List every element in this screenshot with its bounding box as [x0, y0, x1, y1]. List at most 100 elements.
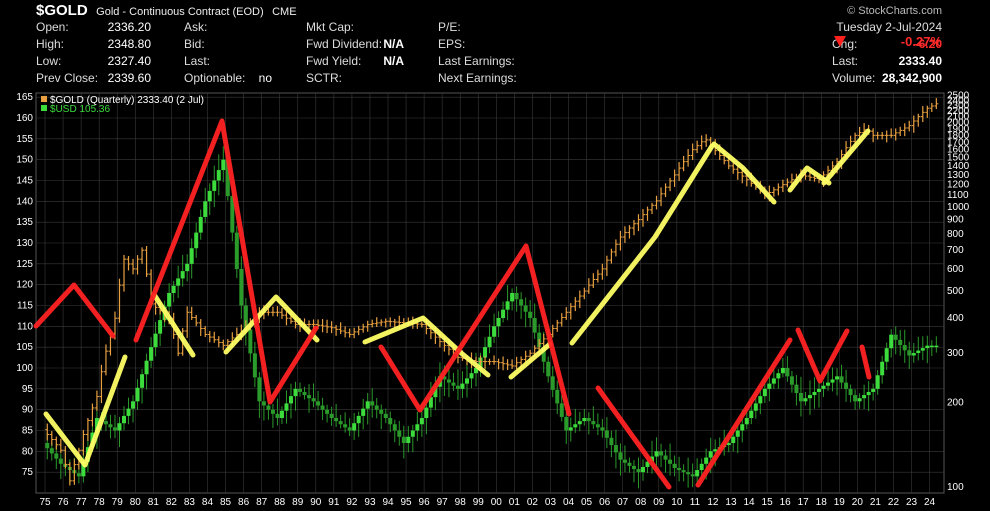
usd-candle [789, 376, 794, 385]
usd-candle [618, 452, 623, 460]
usd-candle [370, 401, 375, 406]
usd-candle [681, 470, 686, 473]
trend-line-red [33, 282, 116, 339]
x-tick-label: 99 [473, 497, 485, 508]
usd-candle [884, 348, 889, 362]
x-tick-label: 22 [888, 497, 900, 508]
trend-line-yellow [43, 354, 128, 468]
price-chart: 7580859095100105110115120125130135140145… [16, 90, 969, 508]
usd-candle [807, 395, 812, 399]
usd-candle [514, 293, 519, 300]
usd-candle [586, 418, 591, 422]
y-right-tick-label: 200 [947, 397, 964, 408]
usd-candle [690, 474, 695, 477]
x-tick-label: 24 [924, 497, 936, 508]
usd-candle [929, 345, 934, 348]
usd-candle [532, 318, 537, 333]
usd-candle [875, 375, 880, 389]
usd-candle [744, 418, 749, 425]
usd-candle [424, 407, 429, 418]
usd-candle [216, 170, 221, 181]
usd-candle [401, 436, 406, 443]
usd-candle [379, 409, 384, 414]
x-tick-label: 12 [707, 497, 719, 508]
usd-candle [135, 387, 140, 402]
usd-candle [112, 427, 117, 431]
usd-candle [830, 379, 835, 383]
trend-line-yellow [569, 143, 715, 346]
usd-candle [58, 458, 63, 464]
usd-candle [613, 445, 618, 453]
x-tick-label: 75 [39, 497, 51, 508]
x-tick-label: 84 [202, 497, 214, 508]
y-right-tick-label: 900 [947, 215, 964, 226]
usd-candle [334, 418, 339, 422]
x-tick-label: 96 [419, 497, 431, 508]
x-tick-label: 86 [238, 497, 250, 508]
y-left-tick-label: 85 [22, 426, 34, 437]
x-tick-label: 90 [310, 497, 322, 508]
usd-candle [568, 427, 573, 431]
usd-candle [640, 466, 645, 473]
x-tick-label: 94 [382, 497, 394, 508]
y-left-tick-label: 110 [17, 321, 33, 332]
usd-candle [871, 388, 876, 392]
x-tick-label: 97 [437, 497, 449, 508]
usd-candle [510, 293, 515, 302]
usd-candle [663, 455, 668, 460]
usd-candle [907, 350, 912, 356]
usd-candle [798, 393, 803, 402]
usd-candle [239, 269, 244, 306]
usd-candle [758, 396, 763, 404]
y-left-tick-label: 100 [16, 363, 33, 374]
usd-candle [812, 391, 817, 396]
usd-candle [131, 401, 136, 409]
x-tick-label: 04 [563, 497, 575, 508]
usd-candle [284, 403, 289, 411]
x-tick-label: 05 [581, 497, 593, 508]
usd-candle [916, 350, 921, 354]
usd-candle [595, 424, 600, 428]
trend-line-red [695, 337, 793, 488]
x-tick-label: 10 [671, 497, 683, 508]
x-tick-label: 19 [834, 497, 846, 508]
usd-candle [76, 473, 81, 477]
usd-candle [857, 398, 862, 402]
usd-candle [410, 430, 415, 437]
usd-candle [234, 232, 239, 270]
usd-candle [636, 469, 641, 473]
x-tick-label: 15 [762, 497, 774, 508]
usd-candle [803, 398, 808, 402]
x-tick-label: 16 [780, 497, 792, 508]
x-tick-label: 18 [816, 497, 828, 508]
usd-candle [753, 403, 758, 411]
usd-candle [519, 299, 524, 306]
usd-candle [329, 413, 334, 418]
legend-swatch-gold [41, 96, 47, 102]
usd-candle [704, 457, 709, 464]
y-left-tick-label: 105 [16, 342, 33, 353]
usd-candle [866, 391, 871, 396]
usd-candle [695, 470, 700, 477]
usd-candle [320, 405, 325, 410]
usd-candle [600, 427, 605, 431]
usd-candle [780, 368, 785, 374]
usd-candle [464, 378, 469, 384]
trend-line-yellow [711, 141, 777, 205]
usd-candle [158, 320, 163, 334]
usd-candle [501, 309, 506, 318]
y-left-tick-label: 140 [16, 196, 33, 207]
legend-usd: $USD 105.36 [50, 104, 110, 115]
y-left-tick-label: 80 [22, 446, 34, 457]
usd-candle [708, 451, 713, 458]
x-tick-label: 23 [906, 497, 918, 508]
x-tick-label: 00 [491, 497, 503, 508]
x-tick-label: 92 [346, 497, 358, 508]
x-tick-label: 02 [527, 497, 539, 508]
usd-candle [934, 345, 939, 348]
usd-candle [699, 463, 704, 471]
y-left-tick-label: 155 [16, 134, 33, 145]
y-left-tick-label: 120 [16, 280, 33, 291]
usd-candle [889, 334, 894, 349]
usd-candle [352, 423, 357, 431]
